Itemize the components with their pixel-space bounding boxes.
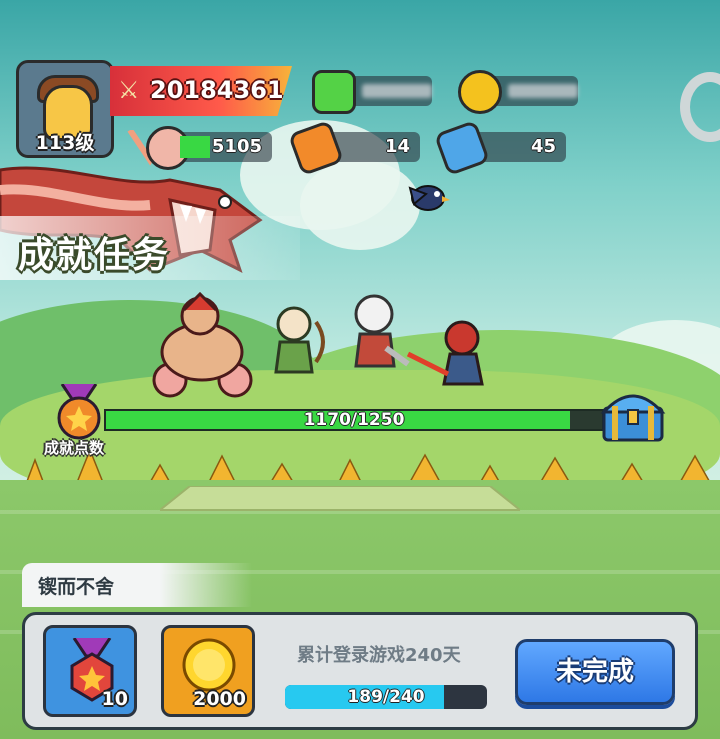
task-description: 累计登录游戏240天 (297, 645, 461, 666)
stone-platform (160, 486, 520, 511)
player-level: 113级 (35, 132, 95, 154)
task-category-tab[interactable]: 锲而不舍 (22, 563, 252, 607)
player-avatar[interactable]: 113级 (16, 60, 114, 158)
orange-ticket-resource[interactable]: 14 (287, 119, 420, 177)
meat-value: 5105 (211, 136, 262, 157)
gem-resource[interactable] (312, 70, 432, 114)
reward-gold-amount: 2000 (193, 688, 246, 710)
page-title: 成就任务 (18, 235, 171, 276)
coin-resource[interactable] (458, 70, 578, 114)
reward-medal-amount: 10 (101, 688, 128, 710)
achievement-points-label: 成就点数 (44, 439, 105, 457)
achievement-progress-text: 1170/1250 (303, 410, 405, 430)
reward-medal[interactable]: 10 (43, 625, 137, 717)
hero-archer (274, 306, 325, 374)
reward-gold[interactable]: 2000 (161, 625, 255, 717)
combat-power-value: 20184361 (150, 76, 284, 104)
combat-power-banner: ⚔ 20184361 (110, 66, 292, 116)
task-progress-text: 189/240 (347, 687, 425, 707)
gem-value-obscured (362, 84, 432, 98)
coin-value-obscured (508, 84, 578, 98)
hero-ninja (406, 320, 484, 386)
treasure-chest-icon[interactable] (600, 386, 666, 444)
hero-warrior (152, 292, 253, 398)
task-status-button[interactable]: 未完成 (515, 639, 675, 705)
meat-gauge (180, 136, 210, 158)
task-progress-bar: 189/240 (285, 685, 487, 709)
achievement-progress-bar: 1170/1250 (104, 409, 604, 431)
gem-icon (312, 70, 356, 114)
meat-resource[interactable]: 5105 (146, 126, 272, 170)
blue-ticket-value: 45 (530, 136, 556, 157)
gold-coin-icon (182, 638, 236, 692)
hero-swordsman (354, 294, 410, 368)
coin-icon (458, 70, 502, 114)
task-card: 10 2000 累计登录游戏240天 189/240 未完成 (22, 612, 698, 730)
task-category-label: 锲而不舍 (38, 576, 115, 598)
task-status-label: 未完成 (555, 657, 634, 687)
orange-ticket-value: 14 (384, 136, 410, 157)
bird-icon (408, 185, 450, 211)
achievement-medal-icon (57, 384, 101, 440)
crossed-swords-icon: ⚔ (118, 76, 140, 104)
blue-ticket-resource[interactable]: 45 (433, 119, 566, 177)
